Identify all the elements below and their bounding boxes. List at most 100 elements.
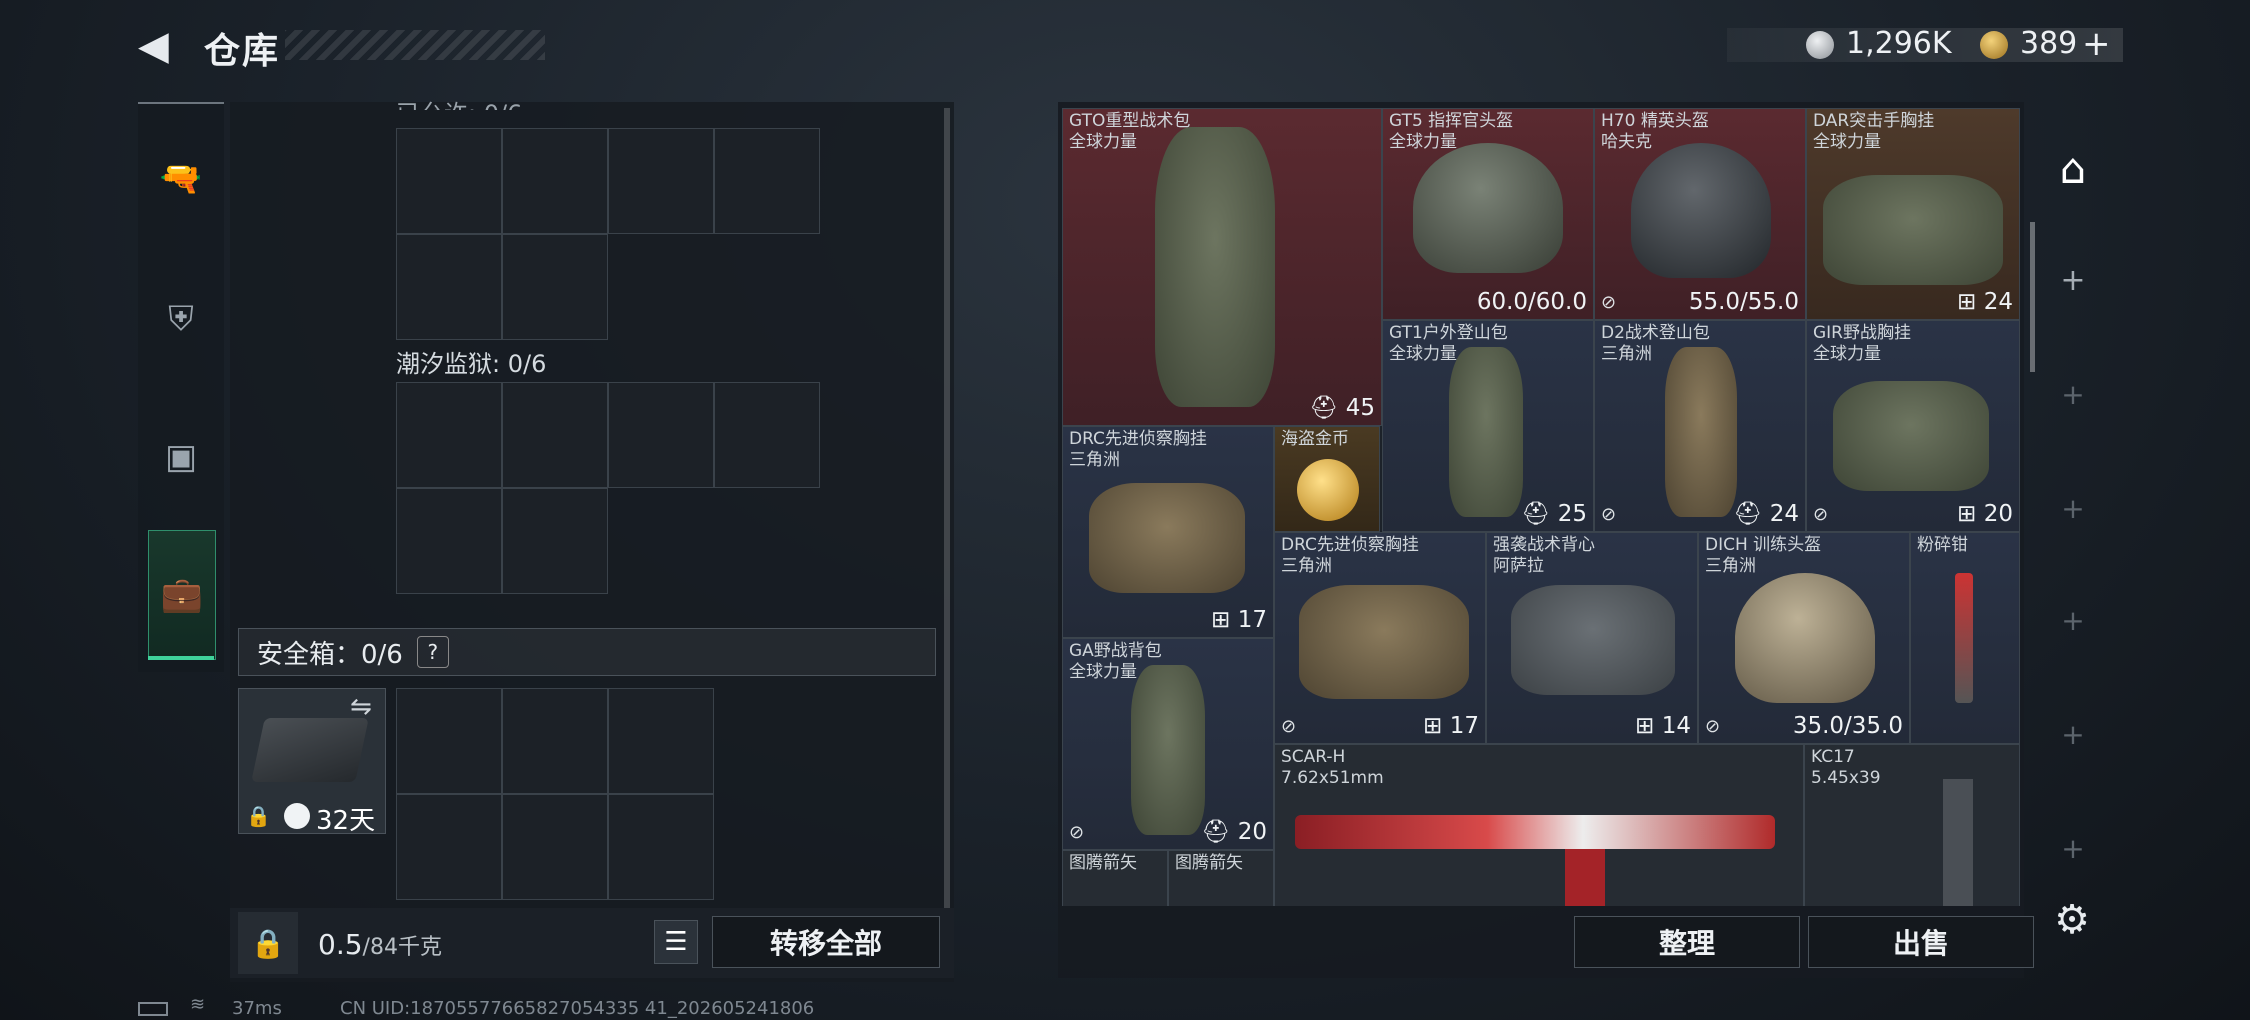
- list-view-button[interactable]: ☰: [654, 920, 698, 964]
- briefcase-icon: 💼: [160, 575, 204, 615]
- add-tab-button[interactable]: +: [2046, 710, 2100, 758]
- grid-slot[interactable]: [502, 128, 608, 234]
- helmet-image: [1735, 573, 1875, 703]
- item-card[interactable]: D2战术登山包 三角洲 ⊘ ⛑ 24: [1594, 320, 1806, 532]
- safe-box-label: 安全箱：0/6: [257, 639, 403, 670]
- item-card[interactable]: KC17 5.45x39: [1804, 744, 2020, 906]
- pistol-icon: 🔫: [159, 159, 203, 199]
- nav-item-container[interactable]: 💼: [148, 530, 216, 660]
- item-value: ⊞ 20: [1957, 501, 2013, 527]
- nav-active-indicator: [148, 656, 214, 660]
- nav-item-backpack[interactable]: ▣: [138, 392, 224, 522]
- weight-readout: 0.5/84千克: [318, 928, 442, 961]
- grid-slot[interactable]: [608, 128, 714, 234]
- gold-coin-icon: [1980, 31, 2008, 59]
- add-tab-button[interactable]: +: [2046, 252, 2100, 308]
- no-insure-icon: ⊘: [1601, 504, 1617, 525]
- item-card[interactable]: GT5 指挥官头盔 全球力量 60.0/60.0: [1382, 108, 1594, 320]
- add-tab-button[interactable]: +: [2046, 596, 2100, 644]
- rifle-magazine: [1565, 849, 1605, 906]
- safe-slot[interactable]: [608, 688, 714, 794]
- uid-text: CN UID:18705577665827054335 41_202605241…: [340, 998, 815, 1019]
- grid-slot[interactable]: [714, 382, 820, 488]
- grid-slot[interactable]: [396, 488, 502, 594]
- grid-slot[interactable]: [608, 382, 714, 488]
- item-value: ⛑ 20: [1201, 819, 1267, 845]
- gear-icon[interactable]: ⚙: [2050, 898, 2094, 942]
- item-value: ⊞ 14: [1635, 713, 1691, 739]
- add-tab-button[interactable]: +: [2046, 370, 2100, 418]
- wifi-icon: ≋: [190, 994, 206, 1015]
- silver-coin-icon: [1806, 31, 1834, 59]
- item-card[interactable]: DICH 训练头盔 三角洲 ⊘ 35.0/35.0: [1698, 532, 1910, 744]
- swap-icon[interactable]: ⇋: [350, 692, 372, 722]
- item-card[interactable]: DRC先进侦察胸挂 三角洲 ⊘ ⊞ 17: [1274, 532, 1486, 744]
- vest-image: [1511, 585, 1675, 695]
- vest-icon: ⛨: [168, 299, 194, 339]
- item-card[interactable]: 图腾箭矢: [1062, 850, 1168, 906]
- weight-value: 0.5: [318, 928, 363, 961]
- no-insure-icon: ⊘: [1601, 292, 1617, 313]
- item-card[interactable]: GA野战背包 全球力量 ⊘ ⛑ 20: [1062, 638, 1274, 850]
- safe-slot[interactable]: [396, 794, 502, 900]
- item-name: 强袭战术背心 阿萨拉: [1493, 535, 1595, 576]
- transfer-all-button[interactable]: 转移全部: [712, 916, 940, 968]
- sort-button[interactable]: 整理: [1574, 916, 1800, 968]
- crowbar-image: [1955, 573, 1973, 703]
- back-icon[interactable]: ◀: [138, 26, 178, 66]
- gold-coin-image: [1297, 459, 1359, 521]
- safe-slot[interactable]: [502, 688, 608, 794]
- item-card[interactable]: SCAR-H 7.62x51mm: [1274, 744, 1804, 906]
- item-card[interactable]: DAR突击手胸挂 全球力量 ⊞ 24: [1806, 108, 2020, 320]
- item-card[interactable]: 海盗金币: [1274, 426, 1380, 532]
- grid-slot[interactable]: [502, 234, 608, 340]
- item-name: DRC先进侦察胸挂 三角洲: [1069, 429, 1207, 470]
- item-card[interactable]: GT1户外登山包 全球力量 ⛑ 25: [1382, 320, 1594, 532]
- item-name: 图腾箭矢: [1175, 853, 1243, 873]
- sell-button[interactable]: 出售: [1808, 916, 2034, 968]
- item-card[interactable]: GTO重型战术包 全球力量 ⛑ 45: [1062, 108, 1382, 426]
- helmet-image: [1631, 143, 1771, 278]
- safe-box-bar: 安全箱：0/6 ?: [238, 628, 936, 676]
- grid-slot[interactable]: [714, 128, 820, 234]
- top-slot-label: 已允许: 0/6: [396, 94, 522, 110]
- add-tab-button[interactable]: +: [2046, 824, 2100, 872]
- nav-item-weapon[interactable]: 🔫: [138, 114, 224, 244]
- grid-slot[interactable]: [502, 382, 608, 488]
- item-card[interactable]: 图腾箭矢: [1168, 850, 1274, 906]
- item-card[interactable]: H70 精英头盔 哈夫克 ⊘ 55.0/55.0: [1594, 108, 1806, 320]
- grid-slot[interactable]: [396, 382, 502, 488]
- item-name: DRC先进侦察胸挂 三角洲: [1281, 535, 1419, 576]
- safe-slot[interactable]: [608, 794, 714, 900]
- add-currency-button[interactable]: +: [2082, 24, 2111, 64]
- item-name: GIR野战胸挂 全球力量: [1813, 323, 1911, 364]
- container-scrollbar[interactable]: [944, 108, 950, 908]
- nav-top-line: [138, 102, 224, 104]
- item-card[interactable]: 强袭战术背心 阿萨拉 ⊞ 14: [1486, 532, 1698, 744]
- safe-slot[interactable]: [396, 688, 502, 794]
- silver-currency-value: 1,296K: [1846, 26, 1952, 61]
- warehouse-scrollbar[interactable]: [2030, 222, 2035, 372]
- item-value: 55.0/55.0: [1688, 289, 1799, 315]
- nav-item-armor[interactable]: ⛨: [138, 254, 224, 384]
- item-card[interactable]: GIR野战胸挂 全球力量 ⊘ ⊞ 20: [1806, 320, 2020, 532]
- grid-slot[interactable]: [396, 128, 502, 234]
- item-card[interactable]: DRC先进侦察胸挂 三角洲 ⊞ 17: [1062, 426, 1274, 638]
- item-value: ⛑ 25: [1521, 501, 1587, 527]
- backpack-image: [1665, 347, 1737, 517]
- grid-slot[interactable]: [502, 488, 608, 594]
- item-name: SCAR-H 7.62x51mm: [1281, 747, 1384, 788]
- ping-text: 37ms: [232, 998, 282, 1019]
- safe-slot[interactable]: [502, 794, 608, 900]
- item-name: 图腾箭矢: [1069, 853, 1137, 873]
- add-tab-button[interactable]: +: [2046, 484, 2100, 532]
- warehouse-tab-icon[interactable]: ⌂: [2046, 136, 2100, 200]
- safe-box-help-button[interactable]: ?: [416, 636, 449, 668]
- backpack-icon: ▣: [164, 437, 198, 477]
- backpack-image: [1449, 347, 1523, 517]
- grid-slot[interactable]: [396, 234, 502, 340]
- title-stripe: [285, 30, 545, 60]
- warehouse-grid: GTO重型战术包 全球力量 ⛑ 45 GT5 指挥官头盔 全球力量 60.0/60.…: [1062, 108, 2020, 906]
- lock-button[interactable]: 🔒: [238, 912, 298, 974]
- item-card[interactable]: 粉碎钳: [1910, 532, 2020, 744]
